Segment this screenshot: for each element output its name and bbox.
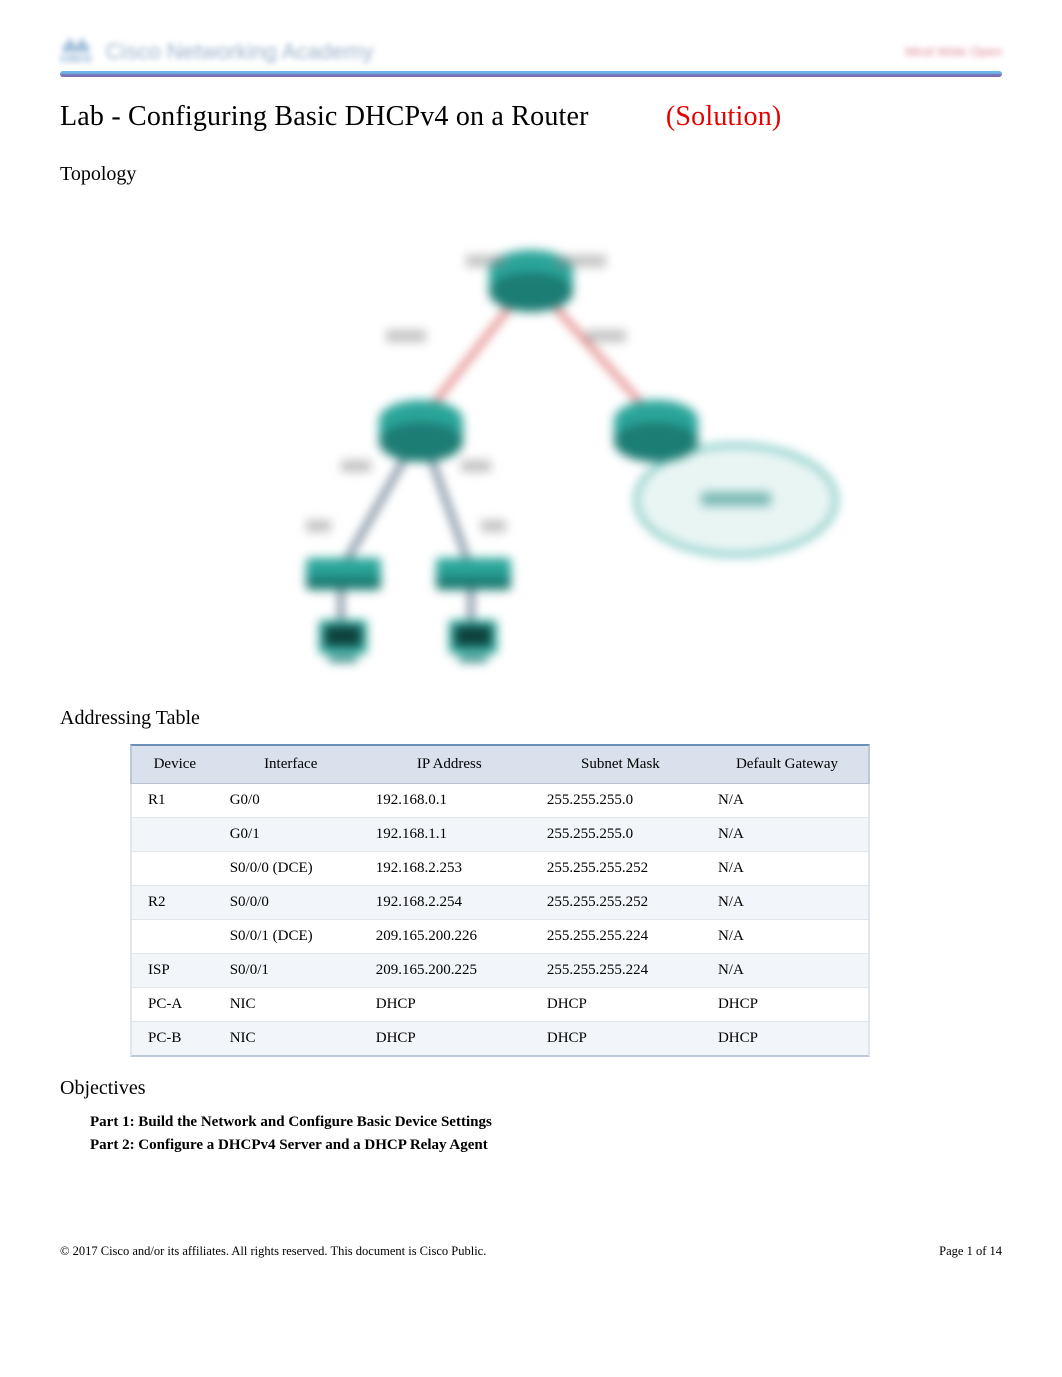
cell-interface: NIC: [218, 1022, 364, 1057]
table-row: ISPS0/0/1209.165.200.225255.255.255.224N…: [130, 954, 870, 988]
topology-diagram: [60, 200, 1002, 685]
cell-gw: N/A: [706, 784, 870, 818]
cisco-logo-icon: CISCO: [60, 38, 92, 65]
cell-ip: 209.165.200.226: [364, 920, 535, 954]
cell-ip: 192.168.1.1: [364, 818, 535, 852]
objective-part1: Part 1: Build the Network and Configure …: [90, 1114, 1002, 1131]
cell-gw: N/A: [706, 852, 870, 886]
th-mask: Subnet Mask: [535, 744, 706, 784]
th-ip: IP Address: [364, 744, 535, 784]
cell-interface: S0/0/1: [218, 954, 364, 988]
cell-ip: 209.165.200.225: [364, 954, 535, 988]
cell-device: [130, 920, 218, 954]
cell-device: PC-A: [130, 988, 218, 1022]
section-addressing: Addressing Table: [60, 707, 1002, 730]
cell-ip: DHCP: [364, 988, 535, 1022]
cell-mask: 255.255.255.224: [535, 920, 706, 954]
title-main: Lab - Configuring Basic DHCPv4 on a Rout…: [60, 101, 589, 132]
cell-gw: DHCP: [706, 988, 870, 1022]
cisco-logo-text: CISCO: [60, 54, 92, 65]
th-gateway: Default Gateway: [706, 744, 870, 784]
cell-interface: S0/0/0 (DCE): [218, 852, 364, 886]
table-row: G0/1192.168.1.1255.255.255.0N/A: [130, 818, 870, 852]
table-row: PC-ANICDHCPDHCPDHCP: [130, 988, 870, 1022]
table-row: R2S0/0/0192.168.2.254255.255.255.252N/A: [130, 886, 870, 920]
cell-ip: 192.168.2.254: [364, 886, 535, 920]
page-title: Lab - Configuring Basic DHCPv4 on a Rout…: [60, 101, 1002, 133]
cell-device: R2: [130, 886, 218, 920]
footer-page: Page 1 of 14: [939, 1244, 1002, 1259]
cell-device: ISP: [130, 954, 218, 988]
network-topology-icon: [211, 200, 851, 680]
academy-title: Cisco Networking Academy: [106, 39, 374, 65]
th-device: Device: [130, 744, 218, 784]
cell-interface: G0/0: [218, 784, 364, 818]
cell-mask: 255.255.255.224: [535, 954, 706, 988]
table-row: R1G0/0192.168.0.1255.255.255.0N/A: [130, 784, 870, 818]
page-header: CISCO Cisco Networking Academy Mind Wide…: [60, 30, 1002, 71]
cell-device: [130, 818, 218, 852]
cell-mask: DHCP: [535, 988, 706, 1022]
table-row: PC-BNICDHCPDHCPDHCP: [130, 1022, 870, 1057]
cell-interface: G0/1: [218, 818, 364, 852]
table-row: S0/0/0 (DCE)192.168.2.253255.255.255.252…: [130, 852, 870, 886]
title-solution: (Solution): [666, 101, 782, 132]
addressing-table: Device Interface IP Address Subnet Mask …: [130, 744, 870, 1057]
cell-ip: 192.168.2.253: [364, 852, 535, 886]
cell-gw: N/A: [706, 920, 870, 954]
cell-mask: 255.255.255.0: [535, 784, 706, 818]
footer-copyright: © 2017 Cisco and/or its affiliates. All …: [60, 1244, 486, 1259]
th-interface: Interface: [218, 744, 364, 784]
cell-gw: N/A: [706, 886, 870, 920]
cell-mask: 255.255.255.0: [535, 818, 706, 852]
cell-interface: NIC: [218, 988, 364, 1022]
header-tagline: Mind Wide Open: [905, 44, 1002, 59]
cell-gw: N/A: [706, 954, 870, 988]
cell-mask: 255.255.255.252: [535, 886, 706, 920]
cell-device: R1: [130, 784, 218, 818]
header-left: CISCO Cisco Networking Academy: [60, 38, 373, 65]
table-header-row: Device Interface IP Address Subnet Mask …: [130, 744, 870, 784]
page-footer: © 2017 Cisco and/or its affiliates. All …: [60, 1244, 1002, 1259]
cell-gw: DHCP: [706, 1022, 870, 1057]
objective-part2: Part 2: Configure a DHCPv4 Server and a …: [90, 1137, 1002, 1154]
table-row: S0/0/1 (DCE)209.165.200.226255.255.255.2…: [130, 920, 870, 954]
cell-device: PC-B: [130, 1022, 218, 1057]
cell-interface: S0/0/1 (DCE): [218, 920, 364, 954]
cell-mask: 255.255.255.252: [535, 852, 706, 886]
cell-mask: DHCP: [535, 1022, 706, 1057]
section-objectives: Objectives: [60, 1077, 1002, 1100]
cell-device: [130, 852, 218, 886]
cell-ip: DHCP: [364, 1022, 535, 1057]
cell-ip: 192.168.0.1: [364, 784, 535, 818]
section-topology: Topology: [60, 163, 1002, 186]
objectives-list: Part 1: Build the Network and Configure …: [60, 1114, 1002, 1154]
cell-gw: N/A: [706, 818, 870, 852]
cell-interface: S0/0/0: [218, 886, 364, 920]
header-divider: [60, 71, 1002, 77]
